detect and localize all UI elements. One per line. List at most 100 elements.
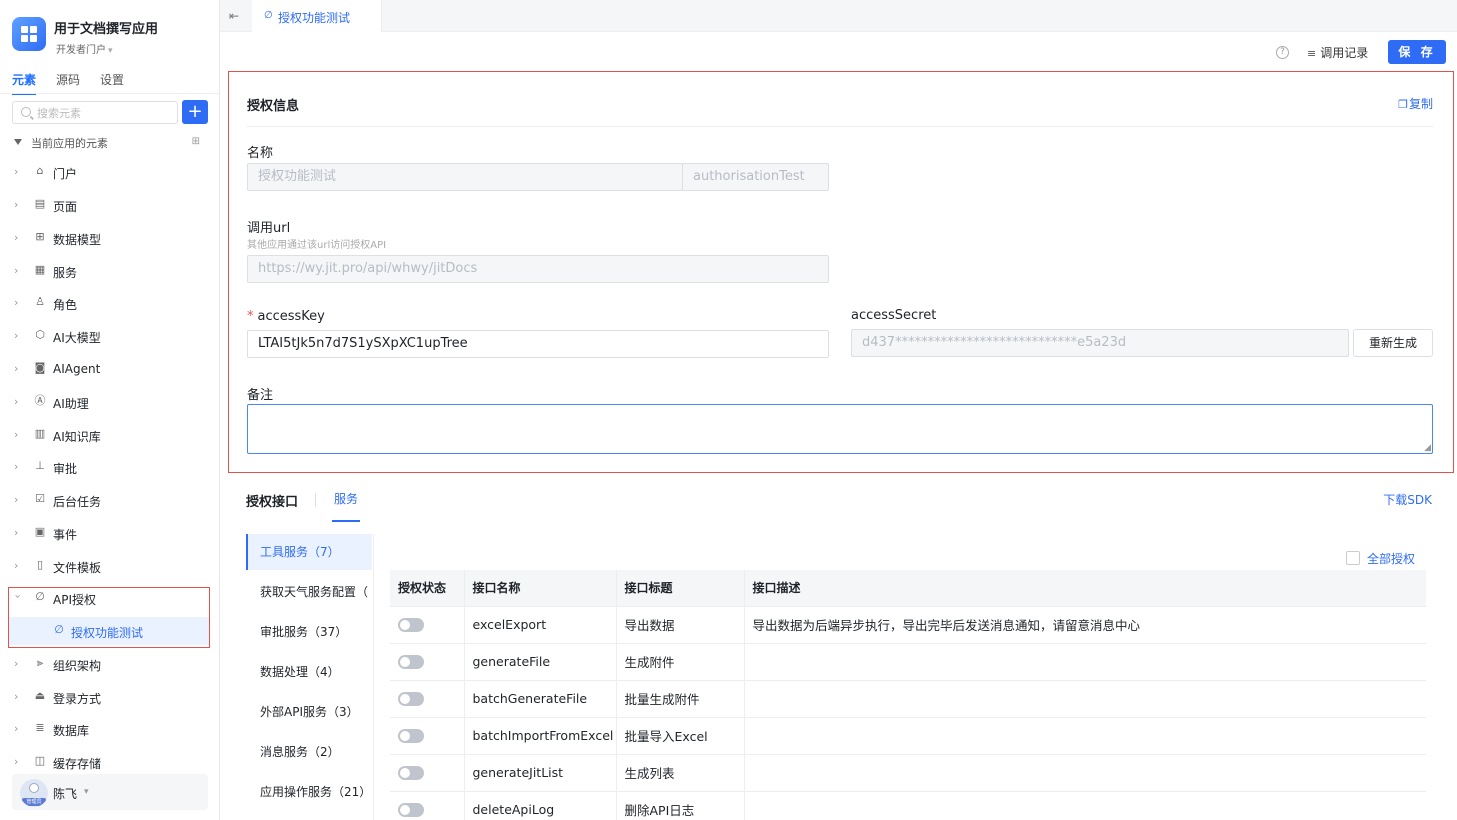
sidebar-item-portal[interactable]: › ⌂ 门户 bbox=[8, 158, 210, 186]
caret-down-icon: ▾ bbox=[84, 787, 89, 797]
help-icon[interactable]: ? bbox=[1276, 46, 1289, 59]
sidebar-item-data-model[interactable]: › ⊞ 数据模型 bbox=[8, 224, 210, 252]
auth-toggle[interactable] bbox=[398, 655, 424, 670]
stamp-icon: ⊥ bbox=[35, 459, 45, 472]
chevron-right-icon: › bbox=[14, 395, 19, 408]
sidebar-item-database[interactable]: › ≣ 数据库 bbox=[8, 715, 210, 743]
auth-toggle[interactable] bbox=[398, 803, 424, 818]
sidebar-item-label: 服务 bbox=[53, 266, 78, 280]
save-button[interactable]: 保 存 bbox=[1388, 40, 1446, 64]
tab-settings[interactable]: 设置 bbox=[100, 71, 124, 93]
sidebar-item-org[interactable]: › ⫸ 组织架构 bbox=[8, 650, 210, 678]
chevron-right-icon: › bbox=[14, 264, 19, 277]
sidebar-item-api-auth[interactable]: › ∅ API授权 bbox=[8, 584, 210, 612]
user-icon bbox=[29, 783, 39, 793]
search-input[interactable] bbox=[37, 104, 173, 122]
collapse-sidebar-icon[interactable]: ⇤ bbox=[229, 9, 239, 23]
api-name-cell: excelExport bbox=[464, 606, 617, 644]
service-category-item[interactable]: 外部API服务（3） bbox=[246, 694, 372, 730]
service-category-item[interactable]: 数据处理（4） bbox=[246, 654, 372, 690]
column-header: 接口标题 bbox=[616, 570, 745, 607]
sidebar-item-login[interactable]: › ⏏ 登录方式 bbox=[8, 683, 210, 711]
access-secret-field[interactable]: d437****************************e5a23d bbox=[851, 329, 1349, 357]
add-element-button[interactable]: + bbox=[182, 100, 208, 124]
call-log-button[interactable]: ≡ 调用记录 bbox=[1307, 44, 1368, 62]
remark-label: 备注 bbox=[247, 388, 274, 403]
tab-elements[interactable]: 元素 bbox=[12, 71, 37, 95]
name-label: 名称 bbox=[247, 146, 274, 161]
link-icon: ∅ bbox=[35, 590, 45, 603]
service-category-item[interactable]: 工具服务（7） bbox=[246, 534, 372, 570]
chevron-right-icon: › bbox=[14, 526, 19, 539]
sidebar-item-ai-knowledge[interactable]: › ▥ AI知识库 bbox=[8, 421, 210, 449]
link-icon: ∅ bbox=[264, 10, 273, 21]
api-table: 授权状态 接口名称 接口标题 接口描述 excelExport 导出数据 导出数… bbox=[390, 570, 1426, 820]
sidebar-item-label: AI助理 bbox=[53, 397, 89, 411]
portal-selector[interactable]: 开发者门户 ▾ bbox=[56, 41, 113, 56]
sidebar-item-label: 组织架构 bbox=[53, 659, 102, 673]
ai-model-icon: ⬡ bbox=[35, 328, 45, 341]
api-desc-cell bbox=[744, 754, 1426, 792]
sidebar-item-service[interactable]: › ▦ 服务 bbox=[8, 257, 210, 285]
sidebar-item-ai-assistant[interactable]: › Ⓐ AI助理 bbox=[8, 388, 210, 416]
sidebar-item-event[interactable]: › ▣ 事件 bbox=[8, 519, 210, 547]
sidebar-item-background-task[interactable]: › ☑ 后台任务 bbox=[8, 486, 210, 514]
sidebar-item-auth-test[interactable]: ∅ 授权功能测试 bbox=[8, 617, 210, 645]
sidebar-item-cache[interactable]: › ◫ 缓存存储 bbox=[8, 748, 210, 776]
url-field[interactable]: https://wy.jit.pro/api/whwy/jitDocs bbox=[247, 255, 829, 283]
tab-service[interactable]: 服务 bbox=[331, 490, 361, 522]
auth-toggle[interactable] bbox=[398, 692, 424, 707]
interfaces-header: 授权接口 服务 下载SDK bbox=[246, 489, 1432, 522]
regenerate-button[interactable]: 重新生成 bbox=[1353, 329, 1433, 357]
sidebar: 用于文档撰写应用 开发者门户▾ 元素 源码 设置 + 当前应用的元素 ⊞ › ⌂… bbox=[0, 0, 220, 820]
auth-toggle[interactable] bbox=[398, 618, 424, 633]
access-key-field[interactable]: LTAI5tJk5n7d7S1ySXpXC1upTree bbox=[247, 330, 829, 358]
service-category-item[interactable]: 获取天气服务配置（ bbox=[246, 574, 372, 610]
tree-heading[interactable]: 当前应用的元素 ⊞ bbox=[12, 134, 208, 152]
sidebar-item-ai-agent[interactable]: › ◙ AIAgent bbox=[8, 355, 210, 383]
checkbox-icon bbox=[1346, 551, 1360, 565]
role-badge: 管理员 bbox=[22, 798, 46, 806]
url-label: 调用url bbox=[247, 221, 291, 236]
sidebar-item-ai-model[interactable]: › ⬡ AI大模型 bbox=[8, 322, 210, 350]
tab-source[interactable]: 源码 bbox=[56, 71, 80, 93]
resize-handle-icon[interactable]: ◢ bbox=[1424, 443, 1431, 453]
chevron-right-icon: › bbox=[14, 165, 19, 178]
download-sdk-link[interactable]: 下载SDK bbox=[1383, 491, 1432, 508]
auth-toggle[interactable] bbox=[398, 766, 424, 781]
sidebar-item-file-template[interactable]: › ▯ 文件模板 bbox=[8, 552, 210, 580]
link-icon: ∅ bbox=[54, 623, 64, 636]
copy-button[interactable]: ❐复制 bbox=[1398, 95, 1433, 112]
search-box bbox=[12, 101, 178, 124]
sidebar-item-label: 缓存存储 bbox=[53, 757, 102, 771]
api-title-cell: 批量生成附件 bbox=[616, 680, 745, 718]
service-category-item[interactable]: 消息服务（2） bbox=[246, 734, 372, 770]
tab-auth-test[interactable]: ∅ 授权功能测试 bbox=[252, 0, 382, 32]
user-name: 陈飞 bbox=[53, 787, 78, 801]
name-code-field[interactable]: authorisationTest bbox=[682, 163, 829, 191]
sidebar-item-page[interactable]: › ▤ 页面 bbox=[8, 191, 210, 219]
auth-toggle[interactable] bbox=[398, 729, 424, 744]
remark-textarea[interactable]: ◢ bbox=[247, 404, 1433, 454]
app-header[interactable]: 用于文档撰写应用 开发者门户 ▾ bbox=[12, 16, 212, 56]
api-title-cell: 生成附件 bbox=[616, 643, 745, 681]
service-category-item[interactable]: 审批服务（37） bbox=[246, 614, 372, 650]
tree-options-icon[interactable]: ⊞ bbox=[192, 136, 200, 147]
sidebar-item-approval[interactable]: › ⊥ 审批 bbox=[8, 453, 210, 481]
user-menu[interactable]: 管理员 陈飞 ▾ bbox=[12, 774, 208, 810]
name-field[interactable]: 授权功能测试 bbox=[247, 163, 683, 191]
login-icon: ⏏ bbox=[34, 689, 46, 702]
table-row: deleteApiLog 删除API日志 bbox=[390, 791, 1426, 820]
app-window: 用于文档撰写应用 开发者门户▾ 元素 源码 设置 + 当前应用的元素 ⊞ › ⌂… bbox=[0, 0, 1457, 820]
api-title-cell: 导出数据 bbox=[616, 606, 745, 644]
column-header: 接口名称 bbox=[464, 570, 617, 607]
service-icon: ▦ bbox=[34, 263, 46, 276]
sidebar-item-role[interactable]: › ♙ 角色 bbox=[8, 289, 210, 317]
sidebar-item-label: 数据模型 bbox=[53, 233, 102, 247]
table-icon: ⊞ bbox=[35, 230, 45, 243]
copy-label: 复制 bbox=[1408, 97, 1433, 111]
sidebar-item-label: 门户 bbox=[53, 167, 78, 181]
divider bbox=[247, 126, 1433, 127]
sidebar-item-label: 事件 bbox=[53, 528, 78, 542]
service-category-item[interactable]: 应用操作服务（21） bbox=[246, 774, 372, 810]
